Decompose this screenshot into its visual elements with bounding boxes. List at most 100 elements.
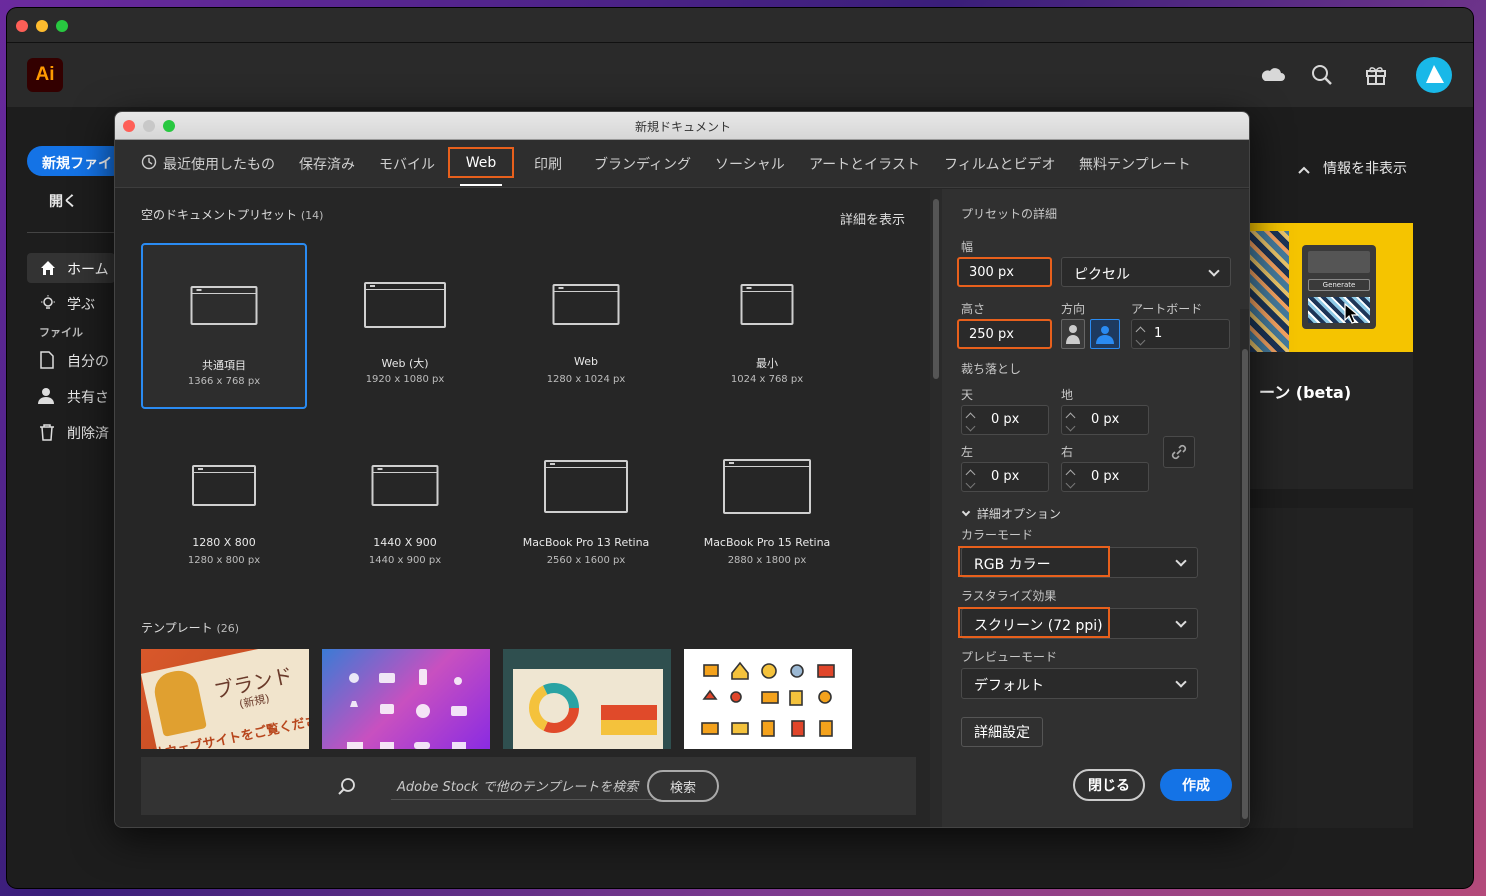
color-mode-select[interactable]: RGB カラー [958, 546, 1198, 578]
chevron-down-icon [1175, 555, 1187, 567]
tab-mobile[interactable]: モバイル [379, 154, 435, 174]
bleed-top-stepper[interactable] [963, 406, 979, 436]
cloud-icon[interactable] [1258, 60, 1288, 90]
preview-mode-value: デフォルト [974, 678, 1044, 694]
generate-panel-graphic: Generate [1302, 245, 1376, 329]
document-icon [192, 465, 256, 506]
new-file-button[interactable]: 新規ファイ [27, 146, 127, 176]
scrollbar-thumb[interactable] [933, 199, 939, 379]
gift-icon[interactable] [1361, 60, 1391, 90]
bleed-right-input[interactable]: 0 px [1091, 469, 1119, 484]
sidebar-item-deleted[interactable]: 削除済 [67, 423, 109, 443]
details-scrollbar[interactable] [1240, 309, 1249, 827]
templates-header: テンプレート (26) [141, 619, 239, 636]
bleed-bottom-label: 地 [1061, 388, 1074, 402]
preset-card-macbook-13[interactable]: MacBook Pro 13 Retina 2560 x 1600 px [503, 424, 669, 590]
bleed-left-stepper[interactable] [963, 463, 979, 493]
raster-effects-highlight [958, 607, 1110, 638]
bleed-bottom-stepper[interactable] [1063, 406, 1079, 436]
advanced-options-toggle[interactable]: 詳細オプション [961, 505, 1061, 522]
tab-web[interactable]: Web [448, 147, 514, 178]
promo-generate-label: Generate [1308, 279, 1370, 291]
preset-details-pane: プリセットの詳細 幅 300 px ピクセル 高さ 方向 アートボード 250 … [942, 189, 1249, 827]
raster-effects-select[interactable]: スクリーン (72 ppi) [958, 607, 1198, 639]
search-button[interactable]: 検索 [647, 770, 719, 802]
template-thumb-icon-set[interactable] [684, 649, 852, 749]
link-bleed-button[interactable] [1163, 436, 1195, 468]
preset-card-1440x900[interactable]: 1440 X 900 1440 x 900 px [322, 424, 488, 590]
document-icon [190, 286, 258, 325]
advanced-settings-button[interactable]: 詳細設定 [961, 717, 1043, 747]
pattern-graphic [1249, 231, 1289, 352]
preset-name: Web [574, 355, 598, 368]
bleed-right-stepper[interactable] [1063, 463, 1079, 493]
link-icon [1171, 444, 1187, 460]
template-thumb-brand[interactable]: ブランド (新規) 当社ウェブサイトをご覧ください [141, 649, 309, 749]
preset-name: MacBook Pro 15 Retina [703, 536, 831, 549]
preset-card-1280x800[interactable]: 1280 X 800 1280 x 800 px [141, 424, 307, 590]
tab-saved[interactable]: 保存済み [299, 154, 355, 174]
preset-size: 1920 x 1080 px [365, 374, 445, 385]
width-input[interactable]: 300 px [957, 257, 1052, 287]
promo-card[interactable]: Generate ーン (beta) [1249, 223, 1413, 489]
orientation-label: 方向 [1061, 302, 1086, 316]
tab-print[interactable]: 印刷 [534, 154, 562, 174]
artboard-label: アートボード [1131, 302, 1203, 316]
search-icon[interactable] [1307, 60, 1337, 90]
bleed-left-input[interactable]: 0 px [991, 469, 1019, 484]
bleed-top-label: 天 [961, 388, 974, 402]
document-icon [740, 284, 794, 325]
portrait-orientation-button[interactable] [1061, 319, 1085, 349]
height-input[interactable]: 250 px [957, 319, 1052, 349]
sidebar-item-learn[interactable]: 学ぶ [67, 294, 95, 314]
preset-size: 1024 x 768 px [730, 374, 804, 385]
preset-card-web[interactable]: Web 1280 x 1024 px [503, 243, 669, 409]
preset-size: 2560 x 1600 px [546, 555, 626, 566]
preset-card-common[interactable]: 共通項目 1366 x 768 px [141, 243, 307, 409]
preset-name: Web (大) [381, 357, 429, 370]
chevron-down-icon [1208, 265, 1220, 277]
presets-scrollbar[interactable] [930, 189, 942, 827]
tab-free-templates[interactable]: 無料テンプレート [1079, 154, 1191, 174]
bleed-bottom-input[interactable]: 0 px [1091, 412, 1119, 427]
tab-film-video[interactable]: フィルムとビデオ [944, 154, 1055, 174]
show-details-link[interactable]: 詳細を表示 [840, 209, 905, 228]
template-search-input[interactable]: Adobe Stock で他のテンプレートを検索 [391, 772, 661, 800]
landscape-orientation-button[interactable] [1090, 319, 1120, 349]
template-thumb-infographic[interactable] [503, 649, 671, 749]
preset-size: 1366 x 768 px [187, 376, 261, 387]
bleed-top-input[interactable]: 0 px [991, 412, 1019, 427]
artboard-stepper[interactable] [1133, 320, 1149, 350]
document-icon [544, 460, 628, 513]
advanced-options-label: 詳細オプション [976, 507, 1061, 521]
zoom-window-button[interactable] [56, 20, 68, 32]
tab-art-illustration[interactable]: アートとイラスト [809, 154, 920, 174]
artboard-count-input[interactable]: 1 [1154, 326, 1162, 341]
promo-title: ーン (beta) [1259, 383, 1352, 402]
preset-card-minimum[interactable]: 最小 1024 x 768 px [684, 243, 850, 409]
preset-size: 2880 x 1800 px [727, 555, 807, 566]
create-button[interactable]: 作成 [1160, 769, 1232, 801]
preset-card-web-large[interactable]: Web (大) 1920 x 1080 px [322, 243, 488, 409]
tab-recent[interactable]: 最近使用したもの [163, 154, 275, 174]
preview-mode-select[interactable]: デフォルト [961, 668, 1198, 699]
user-avatar[interactable] [1416, 57, 1452, 93]
sidebar-item-shared[interactable]: 共有さ [67, 387, 109, 407]
area-graphic [601, 705, 657, 735]
tab-social[interactable]: ソーシャル [715, 154, 785, 174]
sidebar-item-your-files[interactable]: 自分の [67, 351, 109, 371]
lightbulb-icon [39, 294, 57, 316]
app-titlebar [7, 8, 1473, 43]
open-button[interactable]: 開く [49, 191, 77, 211]
minimize-window-button[interactable] [36, 20, 48, 32]
tab-branding[interactable]: ブランディング [594, 154, 691, 174]
unit-select[interactable]: ピクセル [1061, 257, 1231, 287]
close-button[interactable]: 閉じる [1073, 769, 1145, 801]
scrollbar-thumb[interactable] [1242, 349, 1248, 819]
template-thumb-icons-gradient[interactable] [322, 649, 490, 749]
preset-card-macbook-15[interactable]: MacBook Pro 15 Retina 2880 x 1800 px [684, 424, 850, 590]
close-window-button[interactable] [16, 20, 28, 32]
preset-size: 1440 x 900 px [368, 555, 442, 566]
hide-info-button[interactable]: 情報を非表示 [1323, 158, 1407, 178]
document-icon [723, 459, 811, 514]
